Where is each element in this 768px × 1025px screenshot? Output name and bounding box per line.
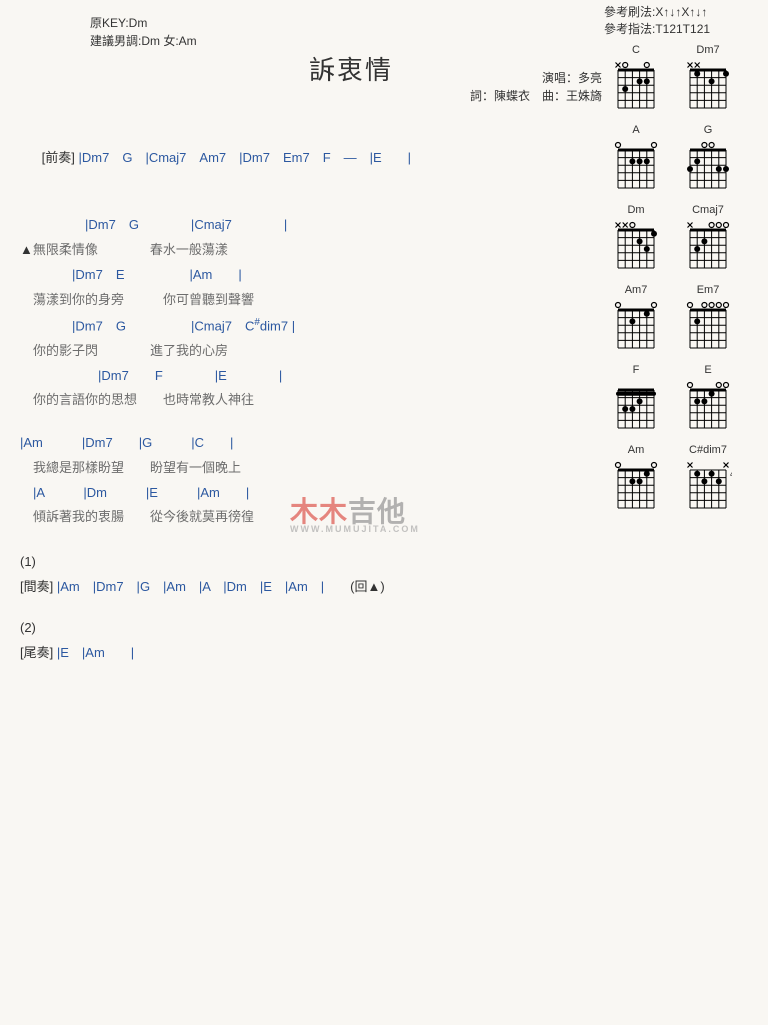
key-line-2: 建議男調:Dm 女:Am	[90, 32, 592, 50]
verse-1-chords: |Dm7 G |Cmaj7 |	[20, 215, 592, 236]
verse-3-lyrics: 你的影子閃 進了我的心房	[20, 341, 592, 362]
outro-line: [尾奏] |E |Am |	[20, 643, 592, 664]
fretboard-icon: 4	[684, 458, 732, 514]
verse-4-chords: |Dm7 F |E |	[20, 366, 592, 387]
chord-diagram-dm7: Dm7	[678, 44, 738, 114]
chord-diagram-a: A	[606, 124, 666, 194]
verse-1-lyrics: ▲無限柔情像 春水一般蕩漾	[20, 240, 592, 261]
interlude-num: (1)	[20, 552, 592, 573]
chord-label: Am	[606, 444, 666, 456]
intro-line: [前奏] |Dm7 G |Cmaj7 Am7 |Dm7 Em7 F — |E |	[20, 127, 592, 189]
chorus-2-lyrics: 傾訴著我的衷腸 從今後就莫再徬徨	[20, 507, 592, 528]
chord-diagram-dm: Dm	[606, 204, 666, 274]
chord-diagram-am7: Am7	[606, 284, 666, 354]
ref-strum: 參考刷法:X↑↓↑X↑↓↑	[604, 4, 760, 21]
chord-diagram-em7: Em7	[678, 284, 738, 354]
sheet-main: 原KEY:Dm 建議男調:Dm 女:Am 訴衷情 演唱：多亮 詞：陳蝶衣 曲：王…	[0, 0, 600, 675]
chord-label: Am7	[606, 284, 666, 296]
ref-pick: 參考指法:T121T121	[604, 21, 760, 38]
fretboard-icon	[684, 218, 732, 274]
verse-4-lyrics: 你的言語你的思想 也時常教人神往	[20, 390, 592, 411]
chorus-1-chords: |Am |Dm7 |G |C |	[20, 433, 592, 454]
chorus-2-chords: |A |Dm |E |Am |	[20, 483, 592, 504]
fretboard-icon	[612, 298, 660, 354]
verse-2-chords: |Dm7 E |Am |	[20, 265, 592, 286]
fretboard-icon	[612, 138, 660, 194]
chord-diagram-f: F	[606, 364, 666, 434]
chord-diagram-am: Am	[606, 444, 666, 514]
fretboard-icon	[612, 458, 660, 514]
key-line-1: 原KEY:Dm	[90, 14, 592, 32]
chord-diagram-cmaj7: Cmaj7	[678, 204, 738, 274]
chorus-1-lyrics: 我總是那樣盼望 盼望有一個晚上	[20, 458, 592, 479]
fretboard-icon	[612, 58, 660, 114]
chord-diagrams-panel: 參考刷法:X↑↓↑X↑↓↑ 參考指法:T121T121 C Dm7 AG Dm Cmaj…	[600, 0, 760, 675]
chord-diagram-e: E	[678, 364, 738, 434]
fretboard-icon	[684, 138, 732, 194]
chord-label: C#dim7	[678, 444, 738, 456]
chord-label: Cmaj7	[678, 204, 738, 216]
reference-box: 參考刷法:X↑↓↑X↑↓↑ 參考指法:T121T121	[600, 4, 760, 38]
fretboard-icon	[684, 378, 732, 434]
chord-label: G	[678, 124, 738, 136]
fretboard-icon	[684, 298, 732, 354]
fretboard-icon	[612, 378, 660, 434]
interlude-line: [間奏] |Am |Dm7 |G |Am |A |Dm |E |Am | (回▲…	[20, 577, 592, 598]
chord-diagram-csharpdim7: C#dim7 4	[678, 444, 738, 514]
chord-label: F	[606, 364, 666, 376]
key-info: 原KEY:Dm 建議男調:Dm 女:Am	[90, 14, 592, 50]
verse-3-chords: |Dm7 G |Cmaj7 C#dim7 |	[20, 315, 592, 337]
chord-label: Em7	[678, 284, 738, 296]
chord-diagram-c: C	[606, 44, 666, 114]
chord-diagram-g: G	[678, 124, 738, 194]
chord-label: Dm	[606, 204, 666, 216]
verse-2-lyrics: 蕩漾到你的身旁 你可曾聽到聲響	[20, 290, 592, 311]
outro-num: (2)	[20, 618, 592, 639]
svg-text:4: 4	[730, 469, 732, 478]
intro-chords: |Dm7 G |Cmaj7 Am7 |Dm7 Em7 F — |E |	[79, 150, 412, 165]
fretboard-icon	[612, 218, 660, 274]
chord-label: C	[606, 44, 666, 56]
chord-label: A	[606, 124, 666, 136]
intro-label: [前奏]	[42, 150, 75, 165]
chord-label: E	[678, 364, 738, 376]
fretboard-icon	[684, 58, 732, 114]
credit-writers: 詞：陳蝶衣 曲：王姝旖	[20, 87, 602, 105]
chord-label: Dm7	[678, 44, 738, 56]
